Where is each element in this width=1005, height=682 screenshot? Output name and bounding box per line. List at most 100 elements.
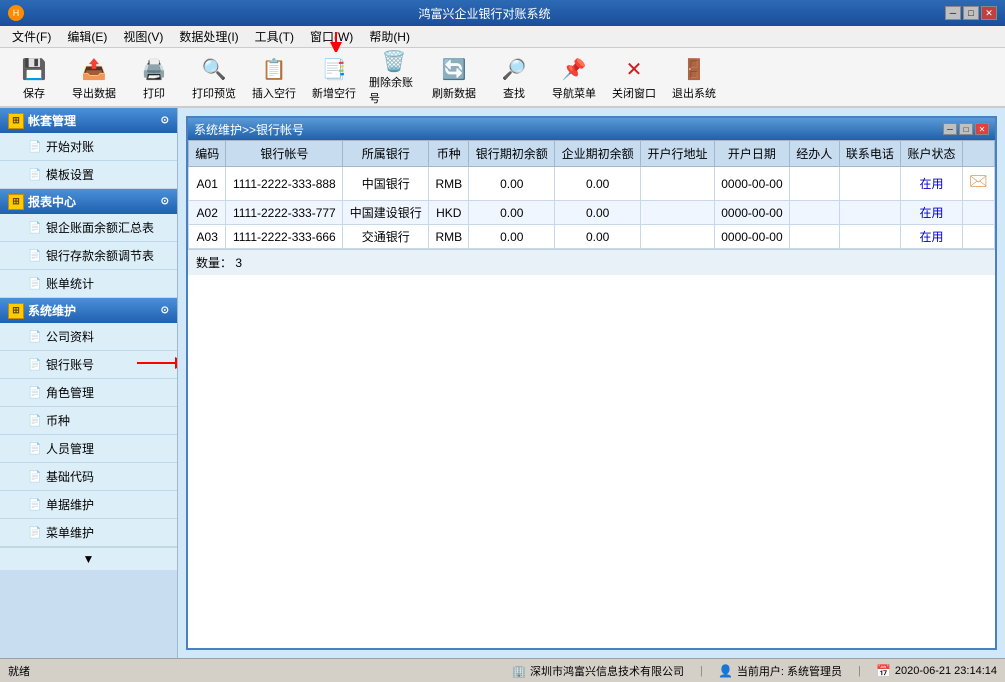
cell-status: 在用 [901, 201, 963, 225]
cell-code: A03 [189, 225, 226, 249]
sidebar-item-personnel-management[interactable]: 📄 人员管理 [0, 435, 177, 463]
sidebar-section-system-maintenance[interactable]: ⊞ 系统维护 ⊙ [0, 298, 177, 323]
toolbar-insert-blank-button[interactable]: 📋 插入空行 [246, 50, 302, 104]
sub-maximize-button[interactable]: □ [959, 123, 973, 135]
sub-window: 系统维护>>银行帐号 ─ □ ✕ 编码 银行帐号 所属银行 币种 银 [186, 116, 997, 650]
sidebar-item-role-management[interactable]: 📄 角色管理 [0, 379, 177, 407]
bank-deposit-balance-icon: 📄 [28, 249, 42, 263]
minimize-button[interactable]: ─ [945, 6, 961, 20]
sub-close-button[interactable]: ✕ [975, 123, 989, 135]
menu-file[interactable]: 文件(F) [4, 26, 59, 47]
toolbar-add-blank-button[interactable]: 📑 新增空行 [306, 50, 362, 104]
col-header-agent: 经办人 [790, 141, 840, 167]
refresh-icon: 🔄 [438, 53, 470, 85]
find-icon: 🔎 [498, 53, 530, 85]
cell-action[interactable] [962, 225, 994, 249]
table-row[interactable]: A01 1111-2222-333-888 中国银行 RMB 0.00 0.00… [189, 167, 995, 201]
menu-edit[interactable]: 编辑(E) [59, 26, 115, 47]
menu-bar: 文件(F) 编辑(E) 视图(V) 数据处理(I) 工具(T) 窗口(W) 帮助… [0, 26, 1005, 48]
cell-enterprise-balance: 0.00 [555, 167, 641, 201]
bank-account-icon: 📄 [28, 358, 42, 372]
toolbar-print-preview-button[interactable]: 🔍 打印预览 [186, 50, 242, 104]
print-preview-icon: 🔍 [198, 53, 230, 85]
maximize-button[interactable]: □ [963, 6, 979, 20]
row-action-icon[interactable]: 🖂 [969, 173, 988, 190]
col-header-bank: 所属银行 [343, 141, 429, 167]
cell-date: 0000-00-00 [714, 201, 789, 225]
system-maintenance-expand-icon: ⊙ [161, 305, 169, 316]
cell-agent [790, 225, 840, 249]
cell-phone [839, 167, 901, 201]
col-header-bank-balance: 银行期初余额 [469, 141, 555, 167]
cell-action[interactable]: 🖂 [962, 167, 994, 201]
toolbar: 💾 保存 📤 导出数据 🖨️ 打印 🔍 打印预览 📋 插入空行 📑 新增空行 [0, 48, 1005, 108]
col-header-currency: 币种 [429, 141, 469, 167]
sidebar-section-report-center[interactable]: ⊞ 报表中心 ⊙ [0, 189, 177, 214]
sidebar-section-account-management[interactable]: ⊞ 帐套管理 ⊙ [0, 108, 177, 133]
sidebar-item-basic-code[interactable]: 📄 基础代码 [0, 463, 177, 491]
close-button[interactable]: ✕ [981, 6, 997, 20]
toolbar-print-button[interactable]: 🖨️ 打印 [126, 50, 182, 104]
table-row[interactable]: A02 1111-2222-333-777 中国建设银行 HKD 0.00 0.… [189, 201, 995, 225]
menu-help[interactable]: 帮助(H) [361, 26, 418, 47]
cell-bank: 中国银行 [343, 167, 429, 201]
sidebar-item-bank-account[interactable]: 📄 银行账号 [0, 351, 177, 379]
bank-account-table: 编码 银行帐号 所属银行 币种 银行期初余额 企业期初余额 开户行地址 开户日期… [188, 140, 995, 249]
start-account-icon: 📄 [28, 140, 42, 154]
cell-code: A01 [189, 167, 226, 201]
table-count-row: 数量： 3 [188, 249, 995, 275]
cell-account: 1111-2222-333-777 [226, 201, 343, 225]
cell-phone [839, 201, 901, 225]
sidebar-scroll-down[interactable]: ▼ [0, 547, 177, 570]
menu-tools[interactable]: 工具(T) [247, 26, 302, 47]
cell-status: 在用 [901, 225, 963, 249]
col-header-enterprise-balance: 企业期初余额 [555, 141, 641, 167]
toolbar-export-button[interactable]: 📤 导出数据 [66, 50, 122, 104]
company-info-icon: 📄 [28, 330, 42, 344]
sidebar-item-bill-statistics[interactable]: 📄 账单统计 [0, 270, 177, 298]
col-header-date: 开户日期 [714, 141, 789, 167]
table-header-row: 编码 银行帐号 所属银行 币种 银行期初余额 企业期初余额 开户行地址 开户日期… [189, 141, 995, 167]
nav-menu-icon: 📌 [558, 53, 590, 85]
sidebar-item-bank-deposit-balance[interactable]: 📄 银行存款余额调节表 [0, 242, 177, 270]
sub-minimize-button[interactable]: ─ [943, 123, 957, 135]
cell-account: 1111-2222-333-666 [226, 225, 343, 249]
role-management-icon: 📄 [28, 386, 42, 400]
menu-data[interactable]: 数据处理(I) [171, 26, 246, 47]
sidebar-item-company-info[interactable]: 📄 公司资料 [0, 323, 177, 351]
toolbar-nav-menu-button[interactable]: 📌 导航菜单 [546, 50, 602, 104]
toolbar-save-button[interactable]: 💾 保存 [6, 50, 62, 104]
cell-status: 在用 [901, 167, 963, 201]
toolbar-find-button[interactable]: 🔎 查找 [486, 50, 542, 104]
cell-bank: 中国建设银行 [343, 201, 429, 225]
account-management-expand-icon: ⊙ [161, 115, 169, 126]
cell-address [641, 201, 715, 225]
col-header-phone: 联系电话 [839, 141, 901, 167]
status-bar: 就绪 🏢 深圳市鸿富兴信息技术有限公司 | 👤 当前用户: 系统管理员 | 📅 … [0, 658, 1005, 682]
report-center-label: 报表中心 [28, 193, 76, 210]
toolbar-exit-button[interactable]: 🚪 退出系统 [666, 50, 722, 104]
sidebar-item-bank-balance-summary[interactable]: 📄 银企账面余额汇总表 [0, 214, 177, 242]
report-center-section-icon: ⊞ [8, 194, 24, 210]
menu-window[interactable]: 窗口(W) [302, 26, 361, 47]
bill-statistics-icon: 📄 [28, 277, 42, 291]
bank-account-table-container: 编码 银行帐号 所属银行 币种 银行期初余额 企业期初余额 开户行地址 开户日期… [188, 140, 995, 648]
table-row[interactable]: A03 1111-2222-333-666 交通银行 RMB 0.00 0.00… [189, 225, 995, 249]
cell-currency: HKD [429, 201, 469, 225]
menu-maintenance-icon: 📄 [28, 526, 42, 540]
toolbar-close-window-button[interactable]: ✕ 关闭窗口 [606, 50, 662, 104]
sidebar-item-menu-maintenance[interactable]: 📄 菜单维护 [0, 519, 177, 547]
toolbar-refresh-button[interactable]: 🔄 刷新数据 [426, 50, 482, 104]
system-maintenance-label: 系统维护 [28, 302, 76, 319]
cell-action[interactable] [962, 201, 994, 225]
sidebar-item-currency[interactable]: 📄 币种 [0, 407, 177, 435]
insert-blank-icon: 📋 [258, 53, 290, 85]
sidebar-item-template-settings[interactable]: 📄 模板设置 [0, 161, 177, 189]
account-management-label: 帐套管理 [28, 112, 76, 129]
sidebar-item-voucher-maintenance[interactable]: 📄 单据维护 [0, 491, 177, 519]
account-management-section-icon: ⊞ [8, 113, 24, 129]
sub-window-controls: ─ □ ✕ [943, 123, 989, 135]
menu-view[interactable]: 视图(V) [115, 26, 171, 47]
sidebar-item-start-account[interactable]: 📄 开始对账 [0, 133, 177, 161]
toolbar-delete-button[interactable]: 🗑️ 删除余账号 [366, 50, 422, 104]
